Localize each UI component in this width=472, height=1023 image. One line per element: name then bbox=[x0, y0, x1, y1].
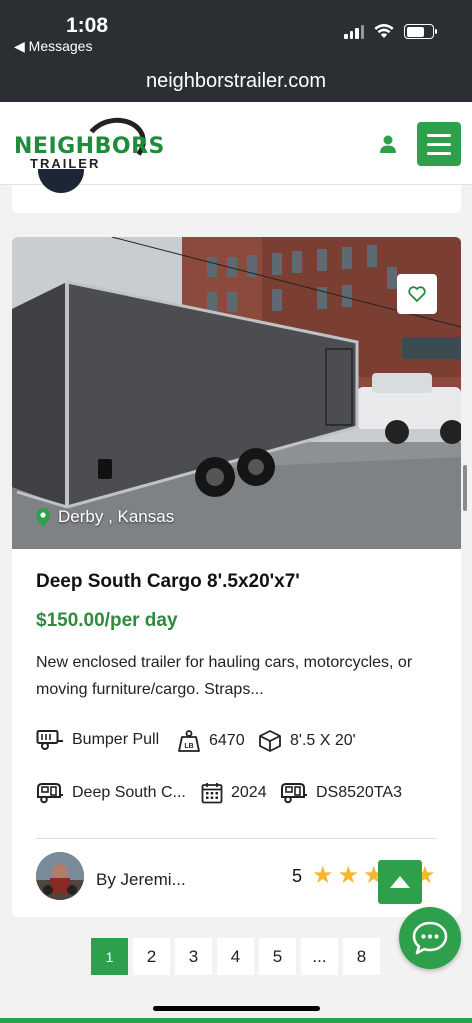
scroll-to-top-button[interactable] bbox=[378, 860, 422, 904]
site-logo[interactable]: NEIGHBORS TRAILER bbox=[14, 112, 164, 174]
rating-value: 5 bbox=[292, 865, 303, 886]
camper-icon bbox=[281, 783, 307, 804]
weight-icon: LB bbox=[178, 730, 200, 752]
hamburger-menu-button[interactable] bbox=[417, 122, 461, 166]
page-5[interactable]: 5 bbox=[259, 938, 296, 975]
spec-hitch: Bumper Pull bbox=[36, 729, 159, 751]
signal-icon bbox=[344, 24, 364, 39]
listing-card[interactable]: Derby , Kansas Deep South Cargo 8'.5x20'… bbox=[12, 237, 461, 917]
status-time: 1:08 bbox=[66, 14, 109, 37]
location-text: Derby , Kansas bbox=[58, 507, 175, 526]
page-2[interactable]: 2 bbox=[133, 938, 170, 975]
spec-year-value: 2024 bbox=[231, 784, 267, 801]
hamburger-icon bbox=[427, 133, 451, 137]
scrollbar[interactable] bbox=[463, 465, 467, 511]
previous-listing-card[interactable] bbox=[12, 169, 461, 213]
footer-accent-bar bbox=[0, 1018, 472, 1023]
listing-location: Derby , Kansas bbox=[36, 507, 174, 527]
spec-make-value: Deep South C... bbox=[72, 784, 186, 801]
heart-icon bbox=[408, 286, 426, 302]
card-divider bbox=[36, 838, 437, 839]
chevron-up-icon bbox=[390, 876, 410, 888]
calendar-icon bbox=[201, 783, 223, 804]
spec-size-value: 8'.5 X 20' bbox=[290, 732, 356, 749]
camper-icon bbox=[37, 783, 63, 804]
spec-year: 2024 bbox=[201, 782, 267, 804]
user-icon[interactable] bbox=[378, 134, 398, 154]
owner-name[interactable]: By Jeremi... bbox=[96, 870, 186, 890]
avatar[interactable] bbox=[36, 852, 84, 900]
wifi-icon bbox=[374, 24, 394, 38]
listing-price: $150.00/per day bbox=[36, 610, 178, 631]
star-icon: ★ bbox=[312, 862, 334, 889]
spec-model-value: DS8520TA3 bbox=[316, 784, 402, 801]
listing-title[interactable]: Deep South Cargo 8'.5x20'x7' bbox=[36, 571, 300, 593]
page-8[interactable]: 8 bbox=[343, 938, 380, 975]
url-bar[interactable]: neighborstrailer.com bbox=[0, 70, 472, 93]
home-indicator[interactable] bbox=[153, 1006, 320, 1011]
listing-photo[interactable]: Derby , Kansas bbox=[12, 237, 461, 549]
page-ellipsis[interactable]: ... bbox=[301, 938, 338, 975]
back-to-messages[interactable]: ◀ Messages bbox=[14, 38, 92, 55]
page-1[interactable]: 1 bbox=[91, 938, 128, 975]
spec-size: 8'.5 X 20' bbox=[258, 729, 356, 753]
chat-button[interactable] bbox=[399, 907, 461, 969]
spec-model: DS8520TA3 bbox=[280, 782, 402, 804]
trailer-photo-illustration bbox=[12, 237, 461, 549]
page-4[interactable]: 4 bbox=[217, 938, 254, 975]
box-icon bbox=[259, 730, 281, 752]
pagination: 1 2 3 4 5 ... 8 bbox=[91, 938, 380, 975]
spec-make: Deep South C... bbox=[36, 782, 186, 804]
spec-hitch-value: Bumper Pull bbox=[72, 731, 160, 748]
battery-icon bbox=[404, 24, 437, 39]
svg-text:LB: LB bbox=[184, 743, 193, 750]
listing-description: New enclosed trailer for hauling cars, m… bbox=[36, 654, 413, 698]
page-3[interactable]: 3 bbox=[175, 938, 212, 975]
map-pin-icon bbox=[36, 507, 50, 527]
spec-weight: LB 6470 bbox=[177, 729, 245, 753]
browser-top-bar: 1:08 ◀ Messages neighborstrailer.com bbox=[0, 0, 472, 102]
spec-weight-value: 6470 bbox=[209, 732, 245, 749]
previous-owner-avatar bbox=[38, 169, 84, 193]
status-icons bbox=[344, 24, 437, 39]
favorite-button[interactable] bbox=[397, 274, 437, 314]
avatar-image bbox=[36, 852, 84, 900]
trailer-icon bbox=[36, 730, 63, 750]
star-icon: ★ bbox=[337, 862, 360, 889]
chat-bubble-icon bbox=[412, 921, 448, 955]
